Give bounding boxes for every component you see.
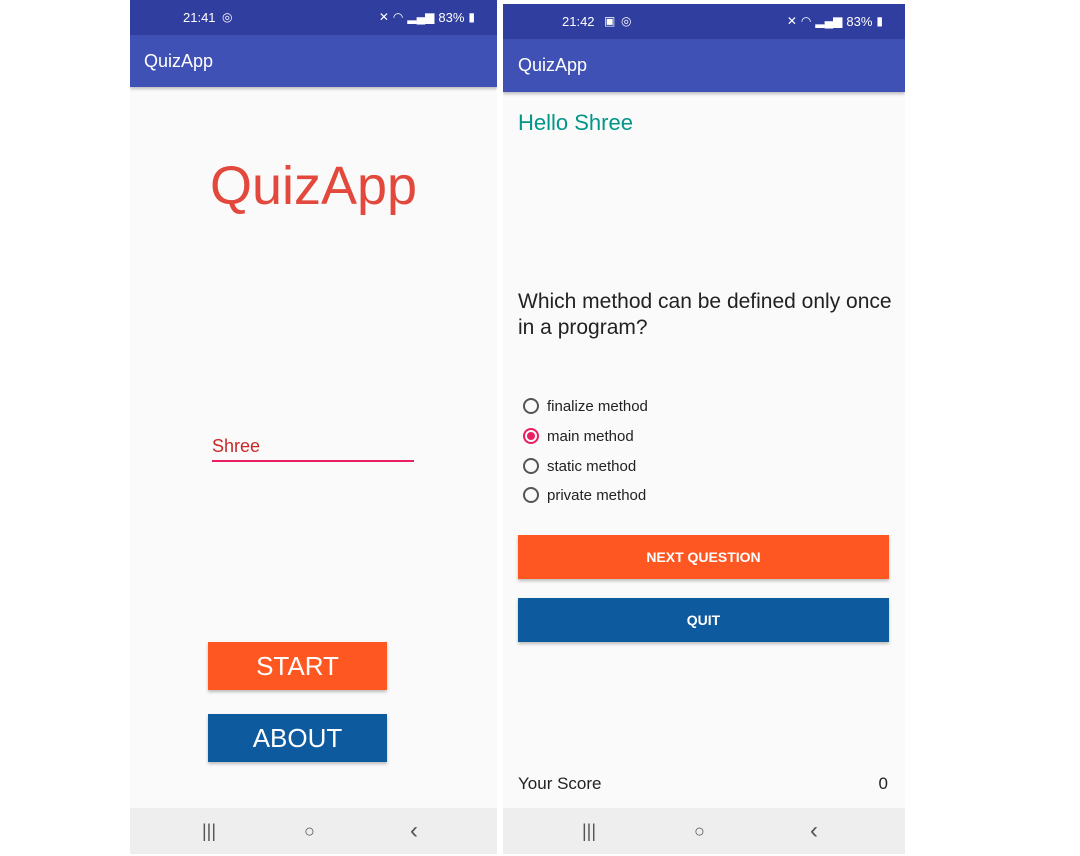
phone-screen-start: 21:41 ◎ ✕ ◠ ▂▄▆ 83% ▮ QuizApp QuizApp ST… [130, 0, 497, 854]
mute-icon: ✕ [378, 10, 389, 24]
start-button[interactable]: START [208, 642, 387, 690]
whatsapp-icon: ◎ [222, 10, 233, 24]
radio-button[interactable] [523, 398, 539, 414]
back-icon[interactable]: ‹ [810, 808, 818, 854]
back-icon[interactable]: ‹ [410, 808, 418, 854]
mute-icon: ✕ [786, 14, 797, 28]
battery-icon: ▮ [876, 14, 883, 28]
signal-icon: ▂▄▆ [815, 14, 843, 28]
battery-level: 83% [846, 14, 873, 29]
home-icon[interactable]: ○ [304, 808, 315, 854]
greeting-text: Hello Shree [518, 110, 633, 135]
splash-title: QuizApp [209, 156, 418, 216]
option-main-method[interactable]: main method [523, 424, 634, 448]
option-finalize-method[interactable]: finalize method [523, 394, 648, 418]
status-right: ✕ ◠ ▂▄▆ 83% ▮ [379, 0, 475, 35]
status-time: 21:42 [562, 14, 595, 29]
radio-button-checked[interactable] [523, 428, 539, 444]
option-static-method[interactable]: static method [523, 454, 636, 478]
status-bar: 21:42 ▣ ◎ ✕ ◠ ▂▄▆ 83% ▮ [503, 4, 905, 39]
option-label: main method [547, 427, 634, 445]
quit-button[interactable]: QUIT [518, 598, 889, 642]
option-label: private method [547, 486, 647, 504]
about-button[interactable]: ABOUT [208, 714, 387, 762]
status-right: ✕ ◠ ▂▄▆ 83% ▮ [787, 4, 883, 39]
option-private-method[interactable]: private method [523, 483, 646, 507]
gallery-icon: ▣ [604, 14, 616, 28]
question-text: Which method can be defined only once in… [518, 290, 892, 339]
recents-icon[interactable]: ||| [202, 808, 216, 854]
recents-icon[interactable]: ||| [582, 808, 596, 854]
system-nav-bar: ||| ○ ‹ [130, 808, 497, 854]
home-icon[interactable]: ○ [694, 808, 705, 854]
app-bar-title: QuizApp [130, 35, 497, 87]
name-input[interactable] [212, 436, 414, 462]
wifi-icon: ◠ [392, 10, 404, 24]
app-bar-title: QuizApp [503, 39, 905, 92]
radio-button[interactable] [523, 487, 539, 503]
radio-button[interactable] [523, 458, 539, 474]
signal-icon: ▂▄▆ [407, 10, 435, 24]
score-value: 0 [878, 774, 888, 793]
score-label: Your Score [518, 774, 602, 793]
system-nav-bar: ||| ○ ‹ [503, 808, 905, 854]
next-question-button[interactable]: NEXT QUESTION [518, 535, 889, 579]
status-bar: 21:41 ◎ ✕ ◠ ▂▄▆ 83% ▮ [130, 0, 497, 35]
whatsapp-icon: ◎ [621, 14, 632, 28]
status-time: 21:41 [183, 10, 216, 25]
option-label: static method [547, 457, 637, 475]
battery-icon: ▮ [468, 10, 475, 24]
wifi-icon: ◠ [800, 14, 812, 28]
battery-level: 83% [438, 10, 465, 25]
phone-screen-quiz: 21:42 ▣ ◎ ✕ ◠ ▂▄▆ 83% ▮ QuizApp Hello Sh… [503, 4, 905, 854]
option-label: finalize method [547, 397, 648, 415]
